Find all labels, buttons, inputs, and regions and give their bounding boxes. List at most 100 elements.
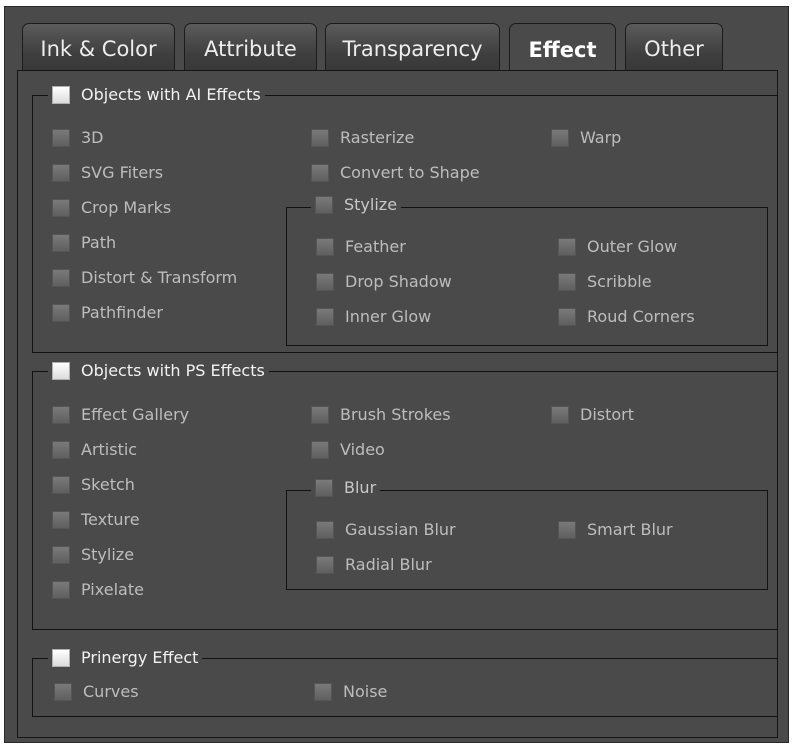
- checkbox-gaussian-blur[interactable]: Gaussian Blur: [316, 520, 456, 539]
- checkbox-label: Warp: [580, 128, 622, 147]
- tab-attribute[interactable]: Attribute: [184, 23, 317, 73]
- stylize-toggle[interactable]: Stylize: [311, 195, 402, 214]
- checkbox-artistic[interactable]: Artistic: [52, 440, 137, 459]
- checkbox-label: Noise: [343, 682, 388, 701]
- checkbox-box[interactable]: [558, 272, 576, 291]
- checkbox-brush-strokes[interactable]: Brush Strokes: [311, 405, 451, 424]
- checkbox-box[interactable]: [311, 440, 329, 459]
- checkbox-box[interactable]: [316, 272, 334, 291]
- tab-ink-color[interactable]: Ink & Color: [22, 23, 175, 73]
- stylize-checkbox[interactable]: [315, 195, 333, 214]
- tab-other[interactable]: Other: [625, 23, 723, 73]
- checkbox-box[interactable]: [316, 237, 334, 256]
- checkbox-label: Roud Corners: [587, 307, 695, 326]
- checkbox-box[interactable]: [311, 128, 329, 147]
- checkbox-smart-blur[interactable]: Smart Blur: [558, 520, 673, 539]
- checkbox-box[interactable]: [52, 163, 70, 182]
- ps-effects-checkbox[interactable]: [52, 361, 70, 380]
- prinergy-effect-checkbox[interactable]: [52, 648, 70, 667]
- checkbox-label: Pathfinder: [81, 303, 163, 322]
- checkbox-noise[interactable]: Noise: [314, 682, 387, 701]
- tab-effect[interactable]: Effect: [509, 23, 616, 76]
- checkbox-box[interactable]: [316, 555, 334, 574]
- checkbox-stylize-ps[interactable]: Stylize: [52, 545, 134, 564]
- prinergy-effect-title: Prinergy Effect: [81, 648, 199, 667]
- checkbox-box[interactable]: [52, 233, 70, 252]
- checkbox-label: Crop Marks: [81, 198, 172, 217]
- checkbox-pixelate[interactable]: Pixelate: [52, 580, 144, 599]
- checkbox-radial-blur[interactable]: Radial Blur: [316, 555, 432, 574]
- ps-effects-toggle[interactable]: Objects with PS Effects: [48, 361, 269, 380]
- checkbox-box[interactable]: [314, 682, 332, 701]
- checkbox-label: Convert to Shape: [340, 163, 480, 182]
- ai-effects-checkbox[interactable]: [52, 85, 70, 104]
- checkbox-box[interactable]: [558, 237, 576, 256]
- ai-effects-toggle[interactable]: Objects with AI Effects: [48, 85, 265, 104]
- checkbox-scribble[interactable]: Scribble: [558, 272, 652, 291]
- checkbox-box[interactable]: [52, 128, 70, 147]
- blur-title: Blur: [344, 478, 377, 497]
- effect-panel: Ink & Color Attribute Transparency Effec…: [4, 6, 789, 743]
- ai-effects-title: Objects with AI Effects: [81, 85, 261, 104]
- checkbox-rasterize[interactable]: Rasterize: [311, 128, 414, 147]
- checkbox-box[interactable]: [551, 128, 569, 147]
- checkbox-convert-to-shape[interactable]: Convert to Shape: [311, 163, 480, 182]
- blur-toggle[interactable]: Blur: [311, 478, 381, 497]
- checkbox-label: Scribble: [587, 272, 652, 291]
- checkbox-sketch[interactable]: Sketch: [52, 475, 135, 494]
- checkbox-box[interactable]: [551, 405, 569, 424]
- tab-content: Objects with AI Effects 3D SVG Fiters Cr…: [17, 70, 778, 738]
- checkbox-label: Video: [340, 440, 385, 459]
- checkbox-drop-shadow[interactable]: Drop Shadow: [316, 272, 452, 291]
- checkbox-distort[interactable]: Distort: [551, 405, 634, 424]
- checkbox-box[interactable]: [52, 545, 70, 564]
- blur-group: [286, 490, 768, 590]
- checkbox-box[interactable]: [52, 198, 70, 217]
- prinergy-effect-toggle[interactable]: Prinergy Effect: [48, 648, 203, 667]
- checkbox-outer-glow[interactable]: Outer Glow: [558, 237, 677, 256]
- checkbox-box[interactable]: [52, 303, 70, 322]
- checkbox-box[interactable]: [558, 307, 576, 326]
- checkbox-video[interactable]: Video: [311, 440, 385, 459]
- checkbox-box[interactable]: [52, 580, 70, 599]
- checkbox-label: Stylize: [81, 545, 135, 564]
- checkbox-feather[interactable]: Feather: [316, 237, 406, 256]
- checkbox-svg-filters[interactable]: SVG Fiters: [52, 163, 163, 182]
- blur-checkbox[interactable]: [315, 478, 333, 497]
- checkbox-distort-transform[interactable]: Distort & Transform: [52, 268, 237, 287]
- checkbox-box[interactable]: [316, 520, 334, 539]
- checkbox-crop-marks[interactable]: Crop Marks: [52, 198, 171, 217]
- checkbox-pathfinder[interactable]: Pathfinder: [52, 303, 163, 322]
- tab-label: Other: [644, 36, 704, 61]
- checkbox-label: Smart Blur: [587, 520, 673, 539]
- checkbox-inner-glow[interactable]: Inner Glow: [316, 307, 431, 326]
- checkbox-effect-gallery[interactable]: Effect Gallery: [52, 405, 189, 424]
- checkbox-label: Texture: [81, 510, 140, 529]
- checkbox-path[interactable]: Path: [52, 233, 116, 252]
- checkbox-box[interactable]: [311, 163, 329, 182]
- checkbox-box[interactable]: [54, 682, 72, 701]
- checkbox-box[interactable]: [311, 405, 329, 424]
- checkbox-warp[interactable]: Warp: [551, 128, 621, 147]
- tab-transparency[interactable]: Transparency: [325, 23, 500, 73]
- checkbox-box[interactable]: [52, 405, 70, 424]
- checkbox-box[interactable]: [52, 268, 70, 287]
- checkbox-label: Effect Gallery: [81, 405, 190, 424]
- ps-effects-title: Objects with PS Effects: [81, 361, 265, 380]
- checkbox-label: Brush Strokes: [340, 405, 451, 424]
- checkbox-box[interactable]: [316, 307, 334, 326]
- checkbox-3d[interactable]: 3D: [52, 128, 104, 147]
- checkbox-curves[interactable]: Curves: [54, 682, 139, 701]
- checkbox-texture[interactable]: Texture: [52, 510, 140, 529]
- checkbox-label: Rasterize: [340, 128, 415, 147]
- checkbox-label: Distort & Transform: [81, 268, 238, 287]
- checkbox-box[interactable]: [52, 510, 70, 529]
- checkbox-box[interactable]: [52, 440, 70, 459]
- checkbox-label: Pixelate: [81, 580, 144, 599]
- checkbox-label: Curves: [83, 682, 139, 701]
- checkbox-round-corners[interactable]: Roud Corners: [558, 307, 695, 326]
- checkbox-box[interactable]: [52, 475, 70, 494]
- checkbox-label: Sketch: [81, 475, 135, 494]
- checkbox-box[interactable]: [558, 520, 576, 539]
- checkbox-label: Gaussian Blur: [345, 520, 456, 539]
